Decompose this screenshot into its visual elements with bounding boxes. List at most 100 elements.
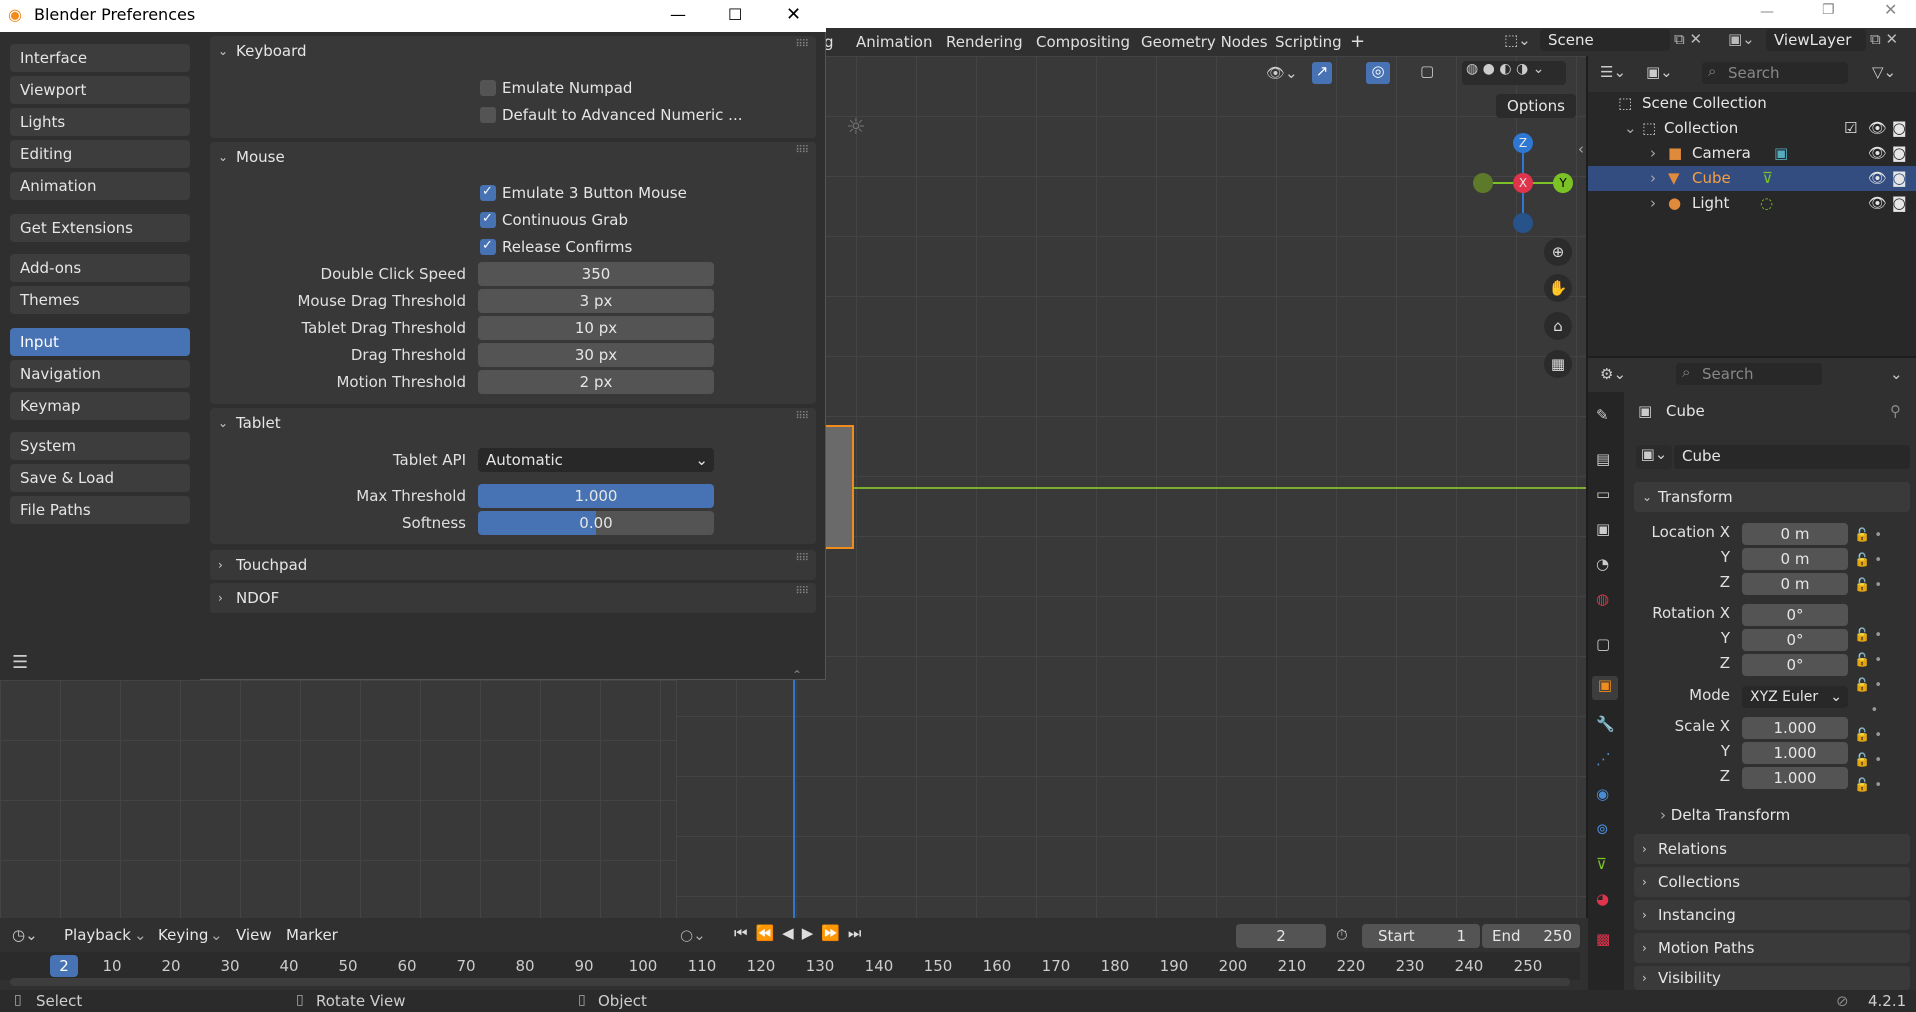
- eye-icon[interactable]: 👁: [1868, 141, 1887, 166]
- softness-slider[interactable]: 0.00: [478, 511, 714, 535]
- end-frame-field[interactable]: End 250: [1482, 924, 1580, 948]
- pin-icon[interactable]: ⚲: [1890, 402, 1901, 420]
- options-dropdown[interactable]: Options: [1496, 94, 1576, 118]
- outliner-row-light[interactable]: › ● Light ◌ 👁 ◙: [1588, 191, 1916, 216]
- close-icon[interactable]: ✕: [1884, 0, 1897, 19]
- instancing-panel[interactable]: › Instancing: [1634, 900, 1910, 930]
- max-threshold-slider[interactable]: 1.000: [478, 484, 714, 508]
- view-layer-tab-icon[interactable]: ▣: [1596, 520, 1610, 538]
- current-frame-field[interactable]: 2: [1236, 924, 1326, 948]
- sidebar-item-editing[interactable]: Editing: [10, 140, 190, 168]
- visibility-panel[interactable]: › Visibility: [1634, 966, 1910, 990]
- eye-icon[interactable]: 👁: [1868, 116, 1887, 141]
- maximize-icon[interactable]: ❐: [1822, 2, 1835, 18]
- sidebar-item-animation[interactable]: Animation: [10, 172, 190, 200]
- expand-chevron-icon[interactable]: ›: [1650, 141, 1656, 166]
- eye-icon[interactable]: 👁: [1868, 191, 1887, 216]
- drag-grip-icon[interactable]: ⠿⠿: [795, 40, 809, 50]
- sidebar-item-input[interactable]: Input: [10, 328, 190, 356]
- scale-x-field[interactable]: 1.000: [1742, 717, 1848, 739]
- marker-menu[interactable]: Marker: [286, 926, 338, 944]
- tablet-section-header[interactable]: ⌄ Tablet ⠿⠿: [210, 408, 816, 438]
- emulate-3-button-checkbox[interactable]: [480, 184, 496, 201]
- data-tab-icon[interactable]: ⊽: [1596, 855, 1607, 873]
- motion-paths-panel[interactable]: › Motion Paths: [1634, 933, 1910, 963]
- axis-neg-y-handle[interactable]: [1473, 173, 1493, 193]
- material-tab-icon[interactable]: ◕: [1596, 890, 1609, 908]
- collection-tab-icon[interactable]: ▢: [1596, 635, 1610, 653]
- exclude-checkbox-icon[interactable]: ☑: [1844, 116, 1857, 141]
- object-name-field[interactable]: Cube: [1674, 445, 1910, 469]
- expand-chevron-icon[interactable]: ⌄: [1624, 116, 1637, 141]
- axis-z-handle[interactable]: Z: [1513, 133, 1533, 153]
- object-browse-icon[interactable]: ▣⌄: [1636, 445, 1672, 469]
- scene-tab-icon[interactable]: ◔: [1596, 555, 1609, 573]
- viewlayer-field[interactable]: ViewLayer: [1766, 29, 1866, 51]
- tab-compositing[interactable]: Compositing: [1036, 28, 1130, 56]
- properties-editor-icon[interactable]: ⚙⌄: [1600, 365, 1626, 383]
- continuous-grab-checkbox[interactable]: [480, 211, 496, 228]
- shading-modes[interactable]: ◍ ● ◐ ◑ ⌄: [1462, 61, 1566, 85]
- sidebar-item-viewport[interactable]: Viewport: [10, 76, 190, 104]
- axis-neg-z-handle[interactable]: [1513, 213, 1533, 233]
- lock-keyframe-column[interactable]: 🔓 • 🔓 • 🔓 • 🔓 • 🔓 • 🔓 • • 🔓 • 🔓 • 🔓 •: [1854, 523, 1900, 793]
- motion-threshold-field[interactable]: 2 px: [478, 370, 714, 394]
- playback-menu[interactable]: Playback: [64, 926, 131, 944]
- touchpad-section-header[interactable]: › Touchpad ⠿⠿: [210, 550, 816, 580]
- output-tab-icon[interactable]: ▭: [1596, 485, 1610, 503]
- sidebar-item-save-load[interactable]: Save & Load: [10, 464, 190, 492]
- sidebar-item-addons[interactable]: Add-ons: [10, 254, 190, 282]
- location-y-field[interactable]: 0 m: [1742, 548, 1848, 570]
- scene-field[interactable]: Scene: [1540, 29, 1670, 51]
- adv-numeric-checkbox[interactable]: [480, 107, 496, 123]
- tab-animation[interactable]: Animation: [856, 28, 932, 56]
- preferences-menu-icon[interactable]: ☰: [12, 652, 28, 673]
- render-camera-icon[interactable]: ◙: [1892, 141, 1907, 166]
- outliner-row-collection[interactable]: ⌄ ⬚ Collection ☑ 👁 ◙: [1588, 116, 1916, 141]
- rotation-x-field[interactable]: 0°: [1742, 604, 1848, 626]
- view-menu[interactable]: View: [236, 926, 272, 944]
- render-tab-icon[interactable]: ▤: [1596, 450, 1610, 468]
- overlay-toggle-icon[interactable]: ◎: [1366, 62, 1390, 84]
- render-camera-icon[interactable]: ◙: [1892, 191, 1907, 216]
- timeline-scrollbar[interactable]: [10, 978, 1570, 986]
- relations-panel[interactable]: › Relations: [1634, 834, 1910, 864]
- cube-object[interactable]: [822, 425, 854, 549]
- tab-rendering[interactable]: Rendering: [946, 28, 1023, 56]
- pan-hand-icon[interactable]: ✋: [1544, 274, 1572, 302]
- drag-grip-icon[interactable]: ⠿⠿: [795, 412, 809, 422]
- start-frame-field[interactable]: Start 1: [1362, 924, 1480, 948]
- axis-x-handle[interactable]: X: [1513, 173, 1533, 193]
- mouse-section-header[interactable]: ⌄ Mouse ⠿⠿: [210, 142, 816, 172]
- object-tab-icon[interactable]: ▣: [1592, 676, 1618, 700]
- delta-transform-subpanel[interactable]: › Delta Transform: [1660, 806, 1790, 824]
- scale-y-field[interactable]: 1.000: [1742, 742, 1848, 764]
- viewport-visibility-icon[interactable]: 👁⌄: [1266, 64, 1298, 82]
- render-camera-icon[interactable]: ◙: [1892, 116, 1907, 141]
- mouse-drag-threshold-field[interactable]: 3 px: [478, 289, 714, 313]
- close-icon[interactable]: ✕: [786, 0, 801, 30]
- transform-panel-header[interactable]: ⌄ Transform: [1634, 482, 1910, 512]
- minimize-icon[interactable]: —: [670, 0, 686, 30]
- zoom-icon[interactable]: ⊕: [1544, 238, 1572, 266]
- 3d-viewport-lower[interactable]: [0, 680, 676, 918]
- expand-chevron-icon[interactable]: ›: [1650, 191, 1656, 216]
- new-scene-icon[interactable]: ⧉ ✕: [1674, 30, 1702, 48]
- sidebar-item-file-paths[interactable]: File Paths: [10, 496, 190, 524]
- keying-menu[interactable]: Keying: [158, 926, 208, 944]
- outliner-editor-icon[interactable]: ☰⌄: [1600, 63, 1626, 81]
- drag-grip-icon[interactable]: ⠿⠿: [795, 146, 809, 156]
- ndof-section-header[interactable]: › NDOF ⠿⠿: [210, 583, 816, 613]
- axis-y-handle[interactable]: Y: [1553, 173, 1573, 193]
- drag-grip-icon[interactable]: ⠿⠿: [795, 554, 809, 564]
- sidebar-item-lights[interactable]: Lights: [10, 108, 190, 136]
- new-viewlayer-icon[interactable]: ⧉ ✕: [1870, 30, 1898, 48]
- keyboard-section-header[interactable]: ⌄ Keyboard ⠿⠿: [210, 36, 816, 66]
- scale-z-field[interactable]: 1.000: [1742, 767, 1848, 789]
- viewlayer-icon[interactable]: ▣⌄: [1728, 30, 1755, 48]
- sidebar-item-keymap[interactable]: Keymap: [10, 392, 190, 420]
- double-click-speed-field[interactable]: 350: [478, 262, 714, 286]
- light-data-icon[interactable]: ◌: [1760, 191, 1773, 216]
- sidebar-item-interface[interactable]: Interface: [10, 44, 190, 72]
- expand-chevron-icon[interactable]: ›: [1650, 166, 1656, 191]
